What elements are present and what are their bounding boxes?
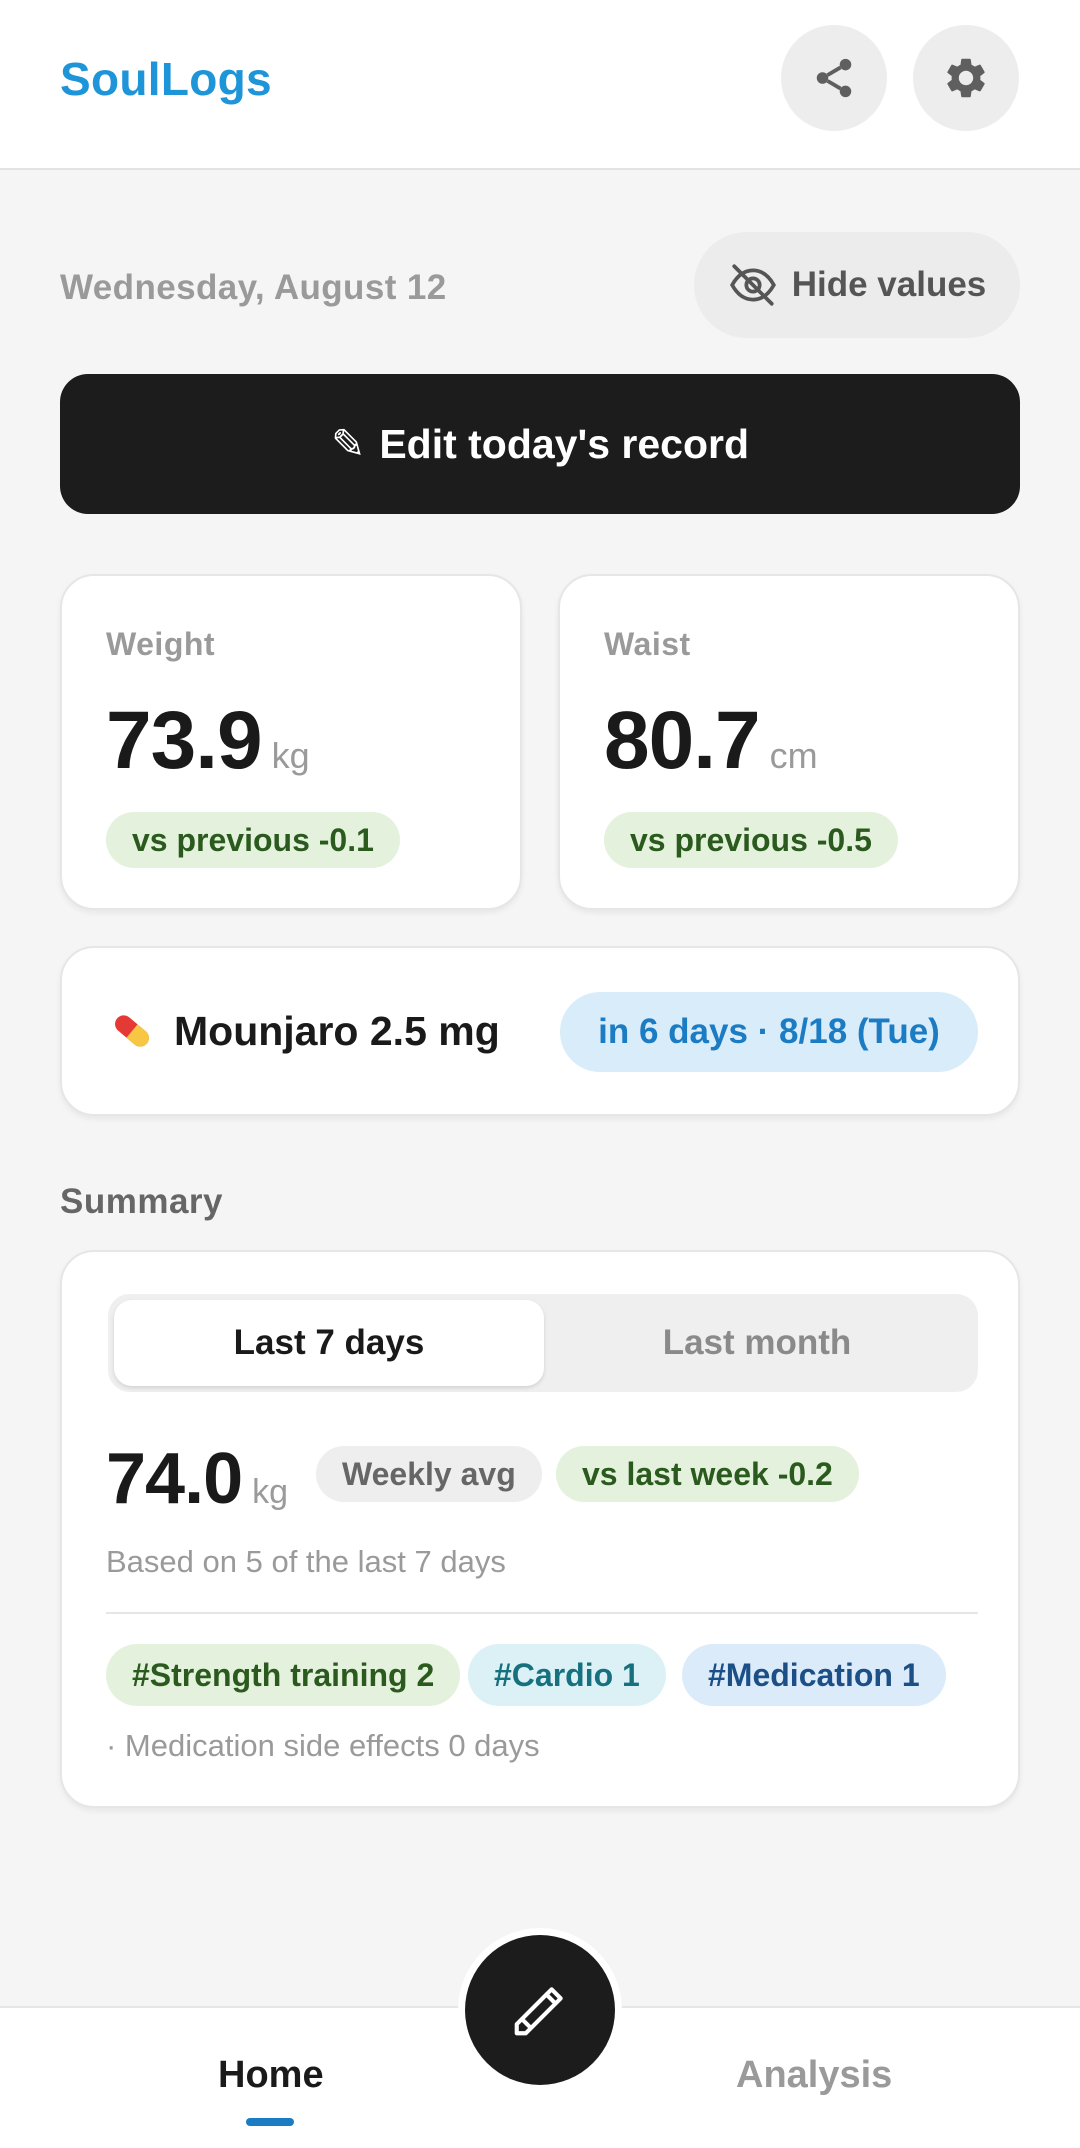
nav-active-indicator — [246, 2118, 294, 2126]
edit-today-label: Edit today's record — [379, 420, 750, 467]
app-root: SoulLogs Wednesday, August 12 Hide value… — [0, 0, 1080, 2148]
fab-inner — [465, 1935, 615, 2085]
share-button[interactable] — [781, 25, 887, 131]
side-effects-note: · Medication side effects 0 days — [106, 1728, 540, 1763]
pencil-icon: ✎ — [330, 421, 366, 467]
settings-button[interactable] — [913, 25, 1019, 131]
hide-values-button[interactable]: Hide values — [694, 232, 1020, 338]
summary-card: Last 7 days Last month 74.0 kg Weekly av… — [60, 1250, 1020, 1808]
weight-value-row: 73.9 kg — [106, 694, 310, 788]
waist-label: Waist — [604, 626, 691, 662]
waist-value: 80.7 — [604, 695, 761, 786]
weight-unit: kg — [271, 735, 310, 776]
weight-label: Weight — [106, 626, 216, 662]
nav-analysis[interactable]: Analysis — [736, 2054, 892, 2097]
tab-last-month[interactable]: Last month — [542, 1300, 972, 1386]
add-record-fab[interactable] — [458, 1928, 622, 2092]
edit-today-button[interactable]: ✎ Edit today's record — [60, 374, 1020, 514]
weight-delta-badge: vs previous -0.1 — [106, 812, 400, 868]
tag-cardio[interactable]: #Cardio 1 — [468, 1644, 666, 1706]
weekly-avg-row: 74.0 kg — [106, 1438, 288, 1520]
period-segmented-control: Last 7 days Last month — [108, 1294, 978, 1392]
app-header: SoulLogs — [0, 0, 1080, 170]
weight-card[interactable]: Weight 73.9 kg vs previous -0.1 — [60, 574, 522, 910]
weekly-avg-value: 74.0 — [106, 1439, 243, 1519]
tag-strength-training[interactable]: #Strength training 2 — [106, 1644, 461, 1706]
vs-last-week-badge: vs last week -0.2 — [556, 1446, 859, 1502]
weight-value: 73.9 — [106, 695, 263, 786]
tab-last-7-days[interactable]: Last 7 days — [114, 1300, 544, 1386]
medication-next-dose: in 6 days · 8/18 (Tue) — [560, 992, 978, 1072]
medication-info: Mounjaro 2.5 mg — [106, 948, 500, 1114]
hide-values-label: Hide values — [791, 265, 987, 304]
app-title: SoulLogs — [60, 53, 272, 105]
current-date: Wednesday, August 12 — [60, 268, 447, 307]
weekly-avg-badge: Weekly avg — [316, 1446, 542, 1502]
nav-home[interactable]: Home — [218, 2054, 324, 2097]
weekly-avg-unit: kg — [252, 1473, 289, 1511]
share-icon — [816, 58, 852, 98]
medication-name: Mounjaro 2.5 mg — [174, 1007, 500, 1054]
pencil-icon — [514, 1987, 563, 2036]
based-on-note: Based on 5 of the last 7 days — [106, 1544, 506, 1579]
gear-icon — [947, 58, 985, 98]
eye-off-icon — [729, 264, 776, 306]
tag-medication[interactable]: #Medication 1 — [682, 1644, 946, 1706]
summary-divider — [106, 1612, 978, 1614]
pill-icon — [115, 1015, 149, 1047]
medication-card[interactable]: Mounjaro 2.5 mg in 6 days · 8/18 (Tue) — [60, 946, 1020, 1116]
waist-value-row: 80.7 cm — [604, 694, 818, 788]
summary-title: Summary — [60, 1182, 224, 1221]
waist-card[interactable]: Waist 80.7 cm vs previous -0.5 — [558, 574, 1020, 910]
waist-delta-badge: vs previous -0.5 — [604, 812, 898, 868]
waist-unit: cm — [769, 735, 818, 776]
